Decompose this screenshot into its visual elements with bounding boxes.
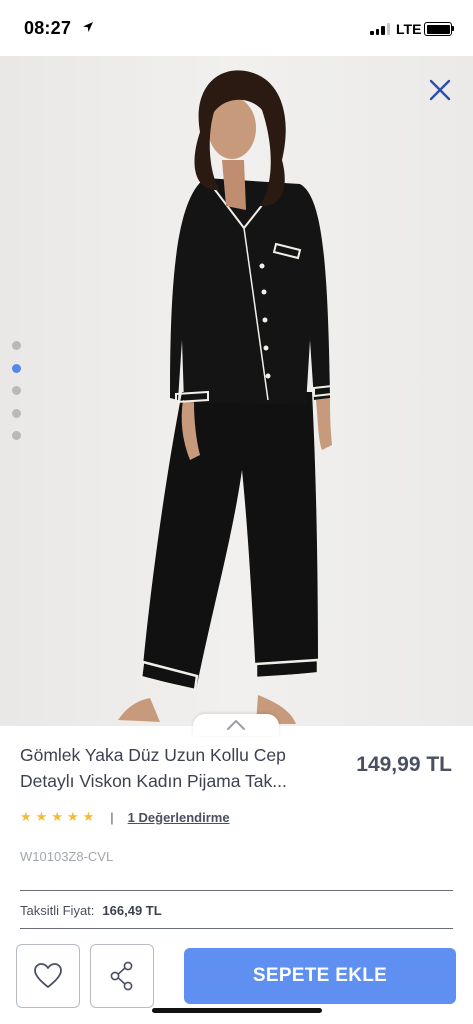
product-title-line1: Gömlek Yaka Düz Uzun Kollu Cep [20,745,286,765]
product-sku: W10103Z8-CVL [20,849,114,864]
product-price: 149,99 TL [356,753,452,776]
home-indicator [152,1008,322,1013]
gallery-dot[interactable] [12,386,21,395]
battery-icon [424,22,452,36]
expand-details-button[interactable] [193,714,279,736]
installment-label: Taksitli Fiyat: [20,903,95,918]
rating-row: ★ ★ ★ ★ ★ | 1 Değerlendirme [20,809,230,825]
status-time: 08:27 [24,18,72,38]
star-icon: ★ [82,809,95,824]
gallery-dot-active[interactable] [12,363,21,373]
product-title-line2: Detaylı Viskon Kadın Pijama Tak... [20,771,287,791]
status-bar: 08:27 LTE [0,0,473,56]
divider [20,890,453,891]
product-title: Gömlek Yaka Düz Uzun Kollu Cep Detaylı V… [20,742,342,794]
star-icon: ★ [51,809,63,824]
close-icon[interactable] [426,76,454,104]
gallery-dot[interactable] [12,341,21,350]
pajama-photo [118,70,333,724]
share-button[interactable] [90,944,154,1008]
signal-icon [370,23,392,35]
favorite-button[interactable] [16,944,80,1008]
installment-price: Taksitli Fiyat: 166,49 TL [20,903,162,918]
gallery-dot[interactable] [12,408,21,418]
divider [20,928,453,929]
chevron-up-icon [227,720,245,730]
heart-icon [34,963,62,988]
location-arrow-icon [83,22,93,32]
installment-value: 166,49 TL [102,903,162,918]
product-image[interactable] [0,56,473,726]
network-label: LTE [396,21,422,37]
gallery-pagination [12,341,24,454]
star-icon: ★ [35,809,48,824]
share-icon [110,961,133,991]
rating-separator: | [110,809,114,825]
add-to-cart-button[interactable]: SEPETE EKLE [184,948,456,1004]
gallery-dot[interactable] [12,431,21,440]
reviews-link[interactable]: 1 Değerlendirme [128,810,230,825]
star-icon: ★ [66,809,79,824]
star-icon: ★ [20,809,32,824]
